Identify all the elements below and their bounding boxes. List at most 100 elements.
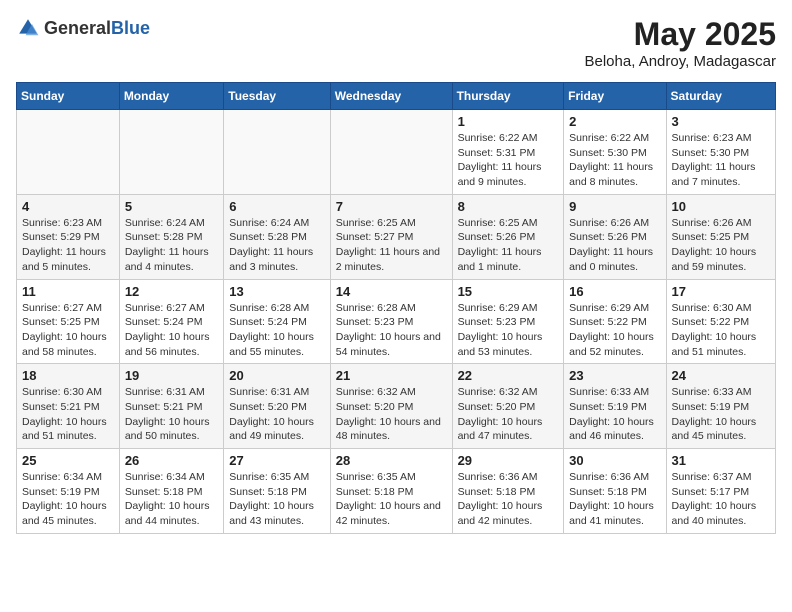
calendar-header-row: SundayMondayTuesdayWednesdayThursdayFrid… [17,83,776,110]
calendar-week-row: 25Sunrise: 6:34 AM Sunset: 5:19 PM Dayli… [17,449,776,534]
calendar-cell: 30 Sunrise: 6:36 AM Sunset: 5:18 PM Dayli… [564,449,666,534]
day-info: Sunrise: 6:27 AM Sunset: 5:24 PM Dayligh… [125,301,218,360]
day-number: 1 [458,114,559,129]
calendar-day-header: Sunday [17,83,120,110]
page-subtitle: Beloha, Androy, Madagascar [584,53,776,70]
day-number: 24 [672,368,770,383]
day-number: 31 [672,453,770,468]
day-info: Sunrise: 6:29 AM Sunset: 5:23 PM Dayligh… [458,301,559,360]
calendar-cell: 4 Sunrise: 6:23 AM Sunset: 5:29 PM Daylig… [17,194,120,279]
calendar-cell: 14 Sunrise: 6:28 AM Sunset: 5:23 PM Dayli… [330,279,452,364]
calendar-table: SundayMondayTuesdayWednesdayThursdayFrid… [16,82,776,534]
logo-blue-text: Blue [111,18,150,38]
day-info: Sunrise: 6:23 AM Sunset: 5:30 PM Dayligh… [672,131,770,190]
day-info: Sunrise: 6:33 AM Sunset: 5:19 PM Dayligh… [569,385,660,444]
title-block: May 2025 Beloha, Androy, Madagascar [584,16,776,70]
day-number: 13 [229,284,324,299]
day-info: Sunrise: 6:32 AM Sunset: 5:20 PM Dayligh… [458,385,559,444]
calendar-cell: 5 Sunrise: 6:24 AM Sunset: 5:28 PM Daylig… [119,194,223,279]
day-number: 3 [672,114,770,129]
day-number: 7 [336,199,447,214]
day-info: Sunrise: 6:34 AM Sunset: 5:18 PM Dayligh… [125,470,218,529]
day-info: Sunrise: 6:24 AM Sunset: 5:28 PM Dayligh… [229,216,324,275]
calendar-cell: 15 Sunrise: 6:29 AM Sunset: 5:23 PM Dayli… [452,279,564,364]
day-info: Sunrise: 6:35 AM Sunset: 5:18 PM Dayligh… [229,470,324,529]
day-number: 10 [672,199,770,214]
day-number: 12 [125,284,218,299]
day-number: 8 [458,199,559,214]
calendar-cell: 7Sunrise: 6:25 AM Sunset: 5:27 PM Daylig… [330,194,452,279]
calendar-cell: 11 Sunrise: 6:27 AM Sunset: 5:25 PM Dayli… [17,279,120,364]
day-info: Sunrise: 6:32 AM Sunset: 5:20 PM Dayligh… [336,385,447,444]
day-number: 16 [569,284,660,299]
calendar-day-header: Tuesday [224,83,330,110]
day-info: Sunrise: 6:36 AM Sunset: 5:18 PM Dayligh… [569,470,660,529]
calendar-cell: 16 Sunrise: 6:29 AM Sunset: 5:22 PM Dayli… [564,279,666,364]
day-info: Sunrise: 6:25 AM Sunset: 5:26 PM Dayligh… [458,216,559,275]
day-info: Sunrise: 6:29 AM Sunset: 5:22 PM Dayligh… [569,301,660,360]
day-number: 15 [458,284,559,299]
day-info: Sunrise: 6:34 AM Sunset: 5:19 PM Dayligh… [22,470,114,529]
day-number: 20 [229,368,324,383]
calendar-week-row: 11 Sunrise: 6:27 AM Sunset: 5:25 PM Dayli… [17,279,776,364]
calendar-cell: 21Sunrise: 6:32 AM Sunset: 5:20 PM Dayli… [330,364,452,449]
calendar-cell: 19Sunrise: 6:31 AM Sunset: 5:21 PM Dayli… [119,364,223,449]
day-info: Sunrise: 6:24 AM Sunset: 5:28 PM Dayligh… [125,216,218,275]
calendar-cell: 6 Sunrise: 6:24 AM Sunset: 5:28 PM Daylig… [224,194,330,279]
day-info: Sunrise: 6:28 AM Sunset: 5:23 PM Dayligh… [336,301,447,360]
calendar-cell: 13 Sunrise: 6:28 AM Sunset: 5:24 PM Dayli… [224,279,330,364]
calendar-cell: 8 Sunrise: 6:25 AM Sunset: 5:26 PM Daylig… [452,194,564,279]
calendar-week-row: 18Sunrise: 6:30 AM Sunset: 5:21 PM Dayli… [17,364,776,449]
day-number: 29 [458,453,559,468]
calendar-cell: 31Sunrise: 6:37 AM Sunset: 5:17 PM Dayli… [666,449,775,534]
day-info: Sunrise: 6:35 AM Sunset: 5:18 PM Dayligh… [336,470,447,529]
day-number: 5 [125,199,218,214]
day-info: Sunrise: 6:27 AM Sunset: 5:25 PM Dayligh… [22,301,114,360]
calendar-cell: 10 Sunrise: 6:26 AM Sunset: 5:25 PM Dayli… [666,194,775,279]
day-number: 11 [22,284,114,299]
calendar-day-header: Saturday [666,83,775,110]
calendar-cell: 27 Sunrise: 6:35 AM Sunset: 5:18 PM Dayli… [224,449,330,534]
day-number: 6 [229,199,324,214]
calendar-cell: 23 Sunrise: 6:33 AM Sunset: 5:19 PM Dayli… [564,364,666,449]
day-info: Sunrise: 6:26 AM Sunset: 5:26 PM Dayligh… [569,216,660,275]
page-header: GeneralBlue May 2025 Beloha, Androy, Mad… [16,16,776,70]
day-number: 19 [125,368,218,383]
calendar-week-row: 1Sunrise: 6:22 AM Sunset: 5:31 PM Daylig… [17,110,776,195]
calendar-cell: 28Sunrise: 6:35 AM Sunset: 5:18 PM Dayli… [330,449,452,534]
day-number: 2 [569,114,660,129]
calendar-day-header: Wednesday [330,83,452,110]
calendar-day-header: Monday [119,83,223,110]
calendar-week-row: 4 Sunrise: 6:23 AM Sunset: 5:29 PM Daylig… [17,194,776,279]
day-info: Sunrise: 6:26 AM Sunset: 5:25 PM Dayligh… [672,216,770,275]
day-number: 26 [125,453,218,468]
logo-general-text: General [44,18,111,38]
day-info: Sunrise: 6:30 AM Sunset: 5:22 PM Dayligh… [672,301,770,360]
day-number: 30 [569,453,660,468]
day-number: 9 [569,199,660,214]
day-info: Sunrise: 6:22 AM Sunset: 5:30 PM Dayligh… [569,131,660,190]
calendar-cell: 26 Sunrise: 6:34 AM Sunset: 5:18 PM Dayli… [119,449,223,534]
day-info: Sunrise: 6:31 AM Sunset: 5:20 PM Dayligh… [229,385,324,444]
day-number: 17 [672,284,770,299]
day-info: Sunrise: 6:33 AM Sunset: 5:19 PM Dayligh… [672,385,770,444]
calendar-cell: 25Sunrise: 6:34 AM Sunset: 5:19 PM Dayli… [17,449,120,534]
calendar-cell [17,110,120,195]
day-number: 4 [22,199,114,214]
calendar-cell [224,110,330,195]
logo-icon [16,16,40,40]
calendar-day-header: Friday [564,83,666,110]
day-number: 27 [229,453,324,468]
day-info: Sunrise: 6:23 AM Sunset: 5:29 PM Dayligh… [22,216,114,275]
day-number: 23 [569,368,660,383]
day-info: Sunrise: 6:28 AM Sunset: 5:24 PM Dayligh… [229,301,324,360]
calendar-cell [119,110,223,195]
day-number: 18 [22,368,114,383]
logo: GeneralBlue [16,16,150,40]
day-number: 14 [336,284,447,299]
calendar-cell: 1Sunrise: 6:22 AM Sunset: 5:31 PM Daylig… [452,110,564,195]
calendar-cell: 22Sunrise: 6:32 AM Sunset: 5:20 PM Dayli… [452,364,564,449]
calendar-cell: 17 Sunrise: 6:30 AM Sunset: 5:22 PM Dayli… [666,279,775,364]
calendar-cell: 9 Sunrise: 6:26 AM Sunset: 5:26 PM Daylig… [564,194,666,279]
calendar-cell: 3 Sunrise: 6:23 AM Sunset: 5:30 PM Daylig… [666,110,775,195]
